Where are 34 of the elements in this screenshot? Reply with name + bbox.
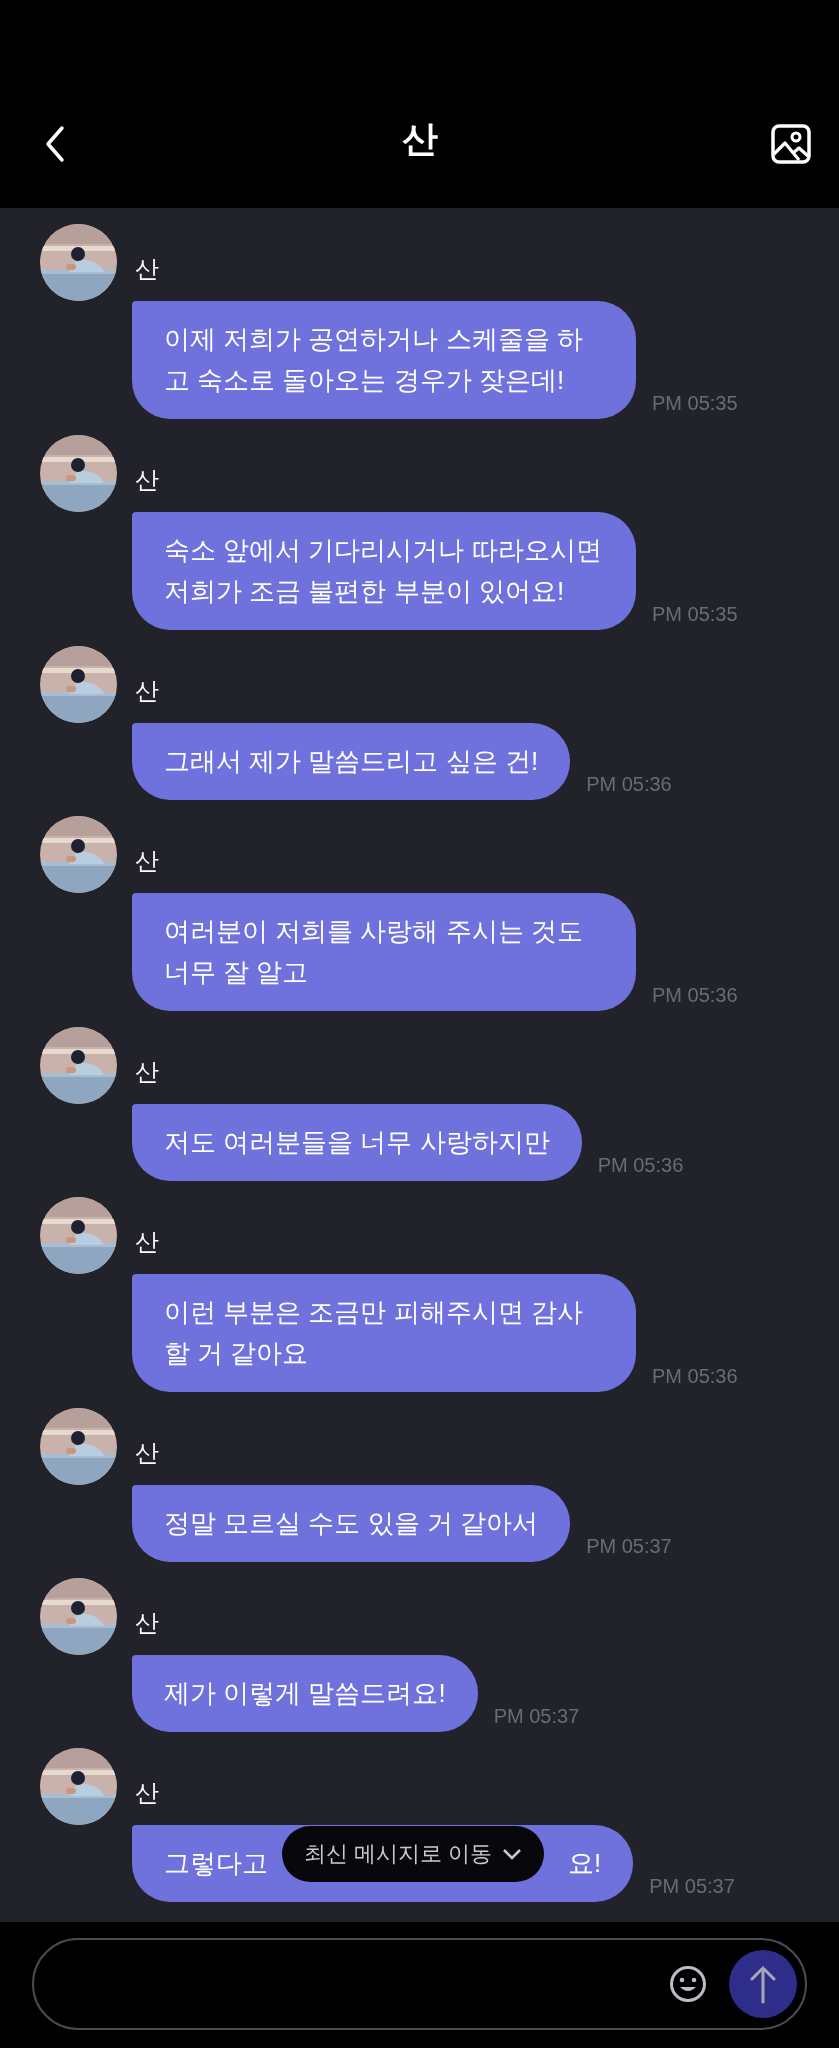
sender-name: 산 [135,1226,159,1257]
message-bubble: 저도 여러분들을 너무 사랑하지만 [132,1104,582,1181]
message-time: PM 05:36 [652,984,738,1007]
message-bubble: 이런 부분은 조금만 피해주시면 감사할 거 같아요 [132,1274,636,1392]
caret-icon [502,1847,523,1861]
message-time: PM 05:37 [493,1705,580,1728]
message-bubble: 그래서 제가 말씀드리고 싶은 건! [132,723,571,800]
message-bubble: 숙소 앞에서 기다리시거나 따라오시면 저희가 조금 불편한 부분이 있어요! [132,512,636,630]
message-time: PM 05:35 [652,392,738,415]
message-bubble: 여러분이 저희를 사랑해 주시는 것도 너무 잘 알고 [132,893,636,1011]
jump-to-latest-button[interactable]: 최신 메시지로 이동 [282,1826,545,1882]
message-time: PM 05:36 [586,773,672,796]
sender-name: 산 [135,253,159,284]
message-time: PM 05:35 [652,603,738,626]
arrow-up-icon [748,1964,778,2004]
image-icon[interactable] [771,124,811,164]
chat-title: 산 [401,117,438,161]
sender-name: 산 [135,1607,159,1638]
message-time: PM 05:36 [652,1365,738,1388]
sender-name: 산 [135,845,159,876]
sender-name: 산 [135,1056,159,1087]
sender-name: 산 [135,1437,159,1468]
send-button[interactable] [729,1950,797,2018]
message-bubble: 제가 이렇게 말씀드려요! [132,1655,478,1732]
message-time: PM 05:37 [649,1875,735,1898]
sender-name: 산 [135,1777,159,1808]
message-input-field[interactable] [32,1938,807,2030]
message-bubble: 정말 모르실 수도 있을 거 같아서 [132,1485,571,1562]
sender-name: 산 [135,464,159,495]
sender-name: 산 [135,675,159,706]
message-time: PM 05:37 [586,1535,672,1558]
message-bubble: 이제 저희가 공연하거나 스케줄을 하고 숙소로 돌아오는 경우가 잦은데! [132,301,636,419]
smiley-icon[interactable] [669,1965,707,2003]
message-time: PM 05:36 [597,1154,684,1177]
